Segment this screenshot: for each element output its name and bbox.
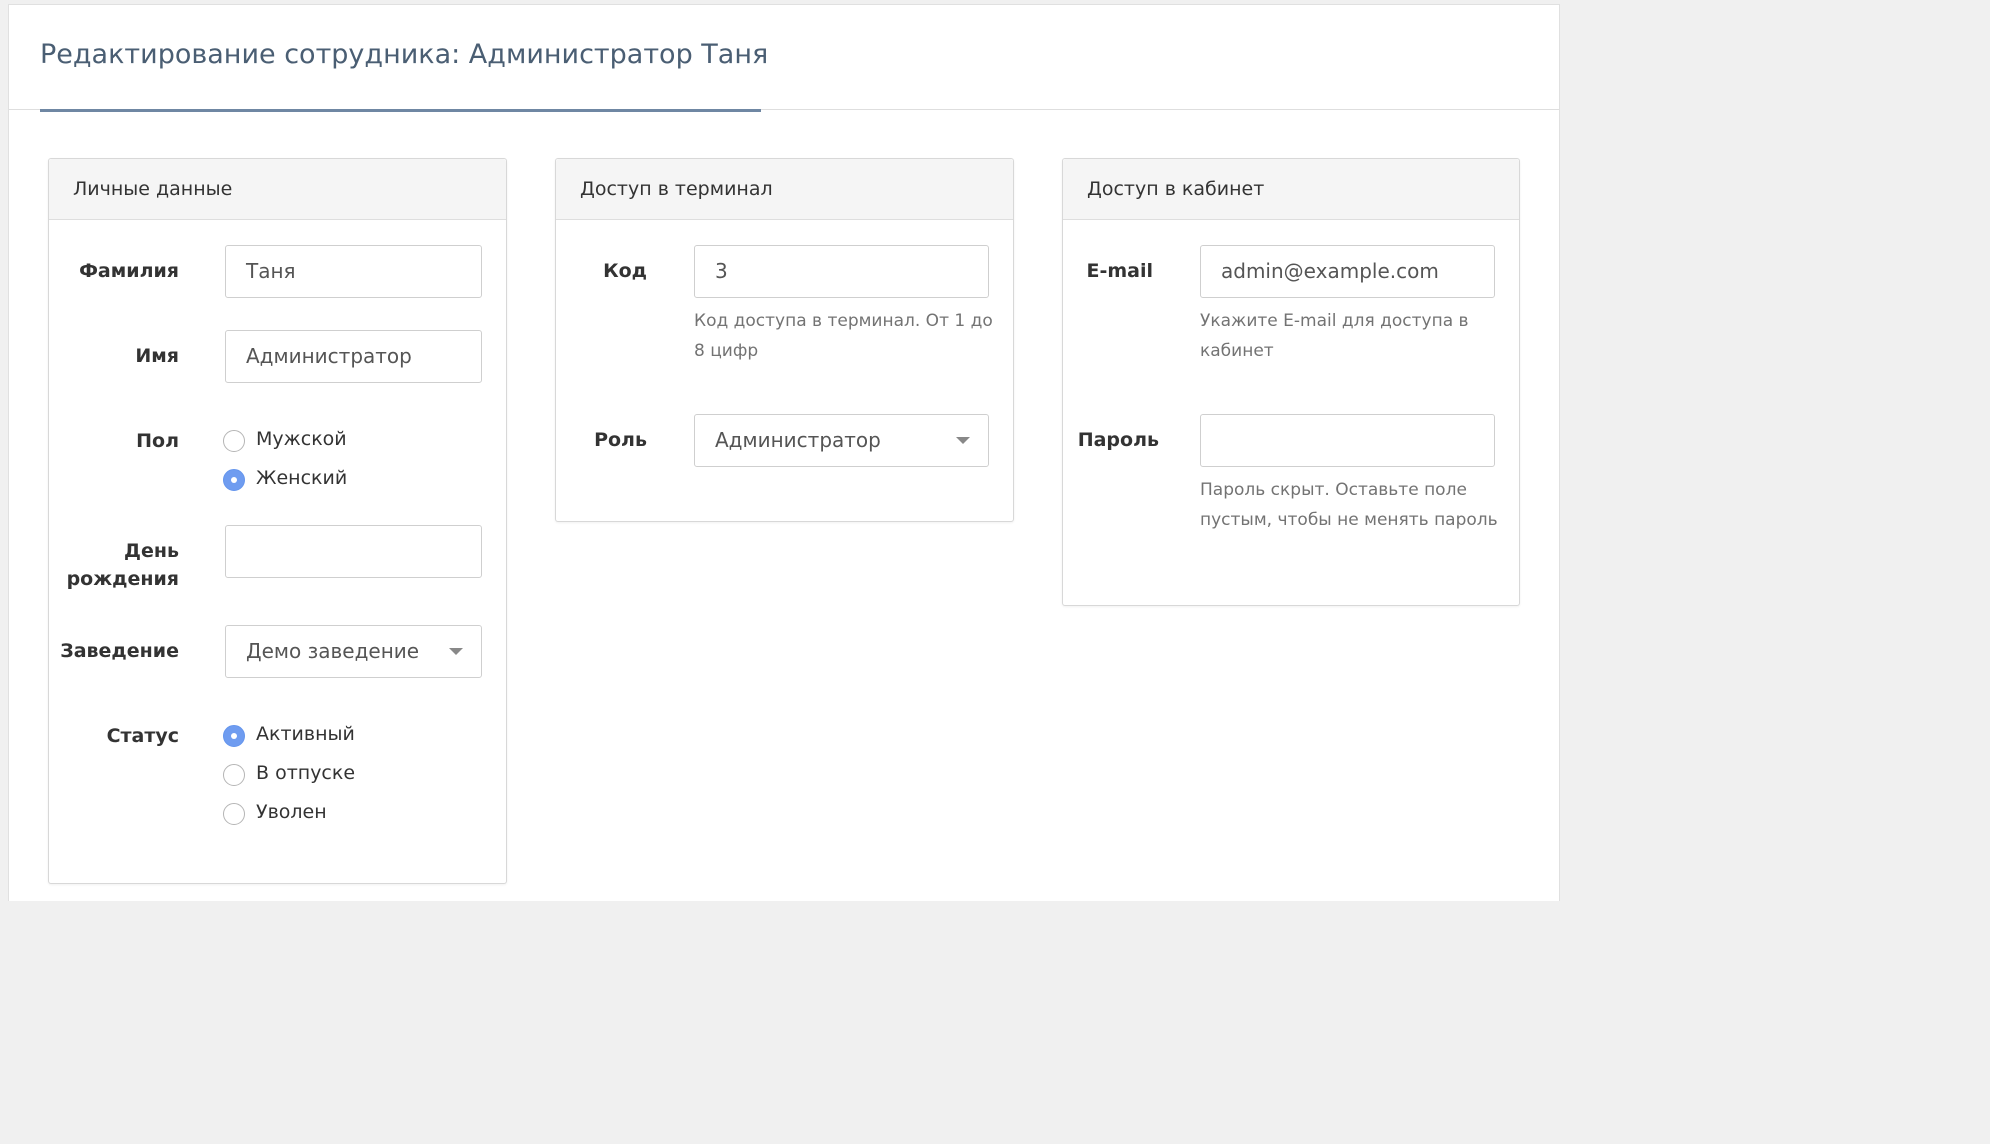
- status-vacation-radio[interactable]: [223, 764, 245, 786]
- venue-select[interactable]: Демо заведение: [225, 625, 482, 678]
- terminal-access-panel: Доступ в терминал Код 3 Код доступа в те…: [555, 158, 1014, 522]
- role-select-value: Администратор: [715, 428, 881, 452]
- personal-data-panel: Личные данные Фамилия Таня Имя Администр…: [48, 158, 507, 884]
- status-option-fired[interactable]: Уволен: [223, 798, 423, 828]
- firstname-input[interactable]: Администратор: [225, 330, 482, 383]
- birthday-input[interactable]: [225, 525, 482, 578]
- status-active-label[interactable]: Активный: [256, 720, 355, 748]
- gender-female-label[interactable]: Женский: [256, 464, 347, 492]
- email-help-line2: кабинет: [1200, 341, 1274, 361]
- chevron-down-icon: [956, 437, 970, 444]
- code-input[interactable]: 3: [694, 245, 989, 298]
- status-option-vacation[interactable]: В отпуске: [223, 759, 423, 789]
- venue-select-value: Демо заведение: [246, 639, 420, 663]
- cabinet-access-heading: Доступ в кабинет: [1063, 159, 1519, 220]
- lastname-label: Фамилия: [79, 260, 179, 282]
- gender-male-radio[interactable]: [223, 430, 245, 452]
- password-input[interactable]: [1200, 414, 1495, 467]
- status-fired-radio[interactable]: [223, 803, 245, 825]
- code-help-text: Код доступа в терминал. От 1 до 8 цифр: [694, 306, 994, 366]
- email-help-line1: Укажите E-mail для доступа в: [1200, 311, 1469, 331]
- password-help-text: Пароль скрыт. Оставьте поле пустым, чтоб…: [1200, 475, 1510, 535]
- email-help-text: Укажите E-mail для доступа в кабинет: [1200, 306, 1500, 366]
- role-label: Роль: [594, 429, 647, 451]
- birthday-label-line2: рождения: [66, 568, 179, 590]
- code-help-line1: Код доступа в терминал. От 1 до: [694, 311, 993, 331]
- password-help-line1: Пароль скрыт. Оставьте поле: [1200, 480, 1467, 500]
- status-fired-label[interactable]: Уволен: [256, 798, 327, 826]
- gender-option-female[interactable]: Женский: [223, 464, 423, 494]
- personal-data-heading: Личные данные: [49, 159, 506, 220]
- role-select[interactable]: Администратор: [694, 414, 989, 467]
- email-input[interactable]: admin@example.com: [1200, 245, 1495, 298]
- edit-employee-page: Редактирование сотрудника: Администратор…: [8, 4, 1560, 901]
- gender-male-label[interactable]: Мужской: [256, 425, 347, 453]
- cabinet-access-panel: Доступ в кабинет E-mail admin@example.co…: [1062, 158, 1520, 606]
- chevron-down-icon: [449, 648, 463, 655]
- status-label: Статус: [106, 725, 179, 747]
- email-label: E-mail: [1086, 260, 1153, 282]
- status-option-active[interactable]: Активный: [223, 720, 423, 750]
- venue-label: Заведение: [60, 640, 179, 662]
- code-help-line2: 8 цифр: [694, 341, 759, 361]
- status-vacation-label[interactable]: В отпуске: [256, 759, 355, 787]
- gender-female-radio[interactable]: [223, 469, 245, 491]
- password-label: Пароль: [1077, 429, 1159, 451]
- password-help-line2: пустым, чтобы не менять пароль: [1200, 510, 1498, 530]
- page-header: Редактирование сотрудника: Администратор…: [9, 5, 1559, 110]
- terminal-access-heading: Доступ в терминал: [556, 159, 1013, 220]
- firstname-label: Имя: [135, 345, 179, 367]
- title-underline: [40, 109, 761, 112]
- birthday-label: День рождения: [67, 537, 179, 593]
- gender-option-male[interactable]: Мужской: [223, 425, 423, 455]
- page-title: Редактирование сотрудника: Администратор…: [40, 39, 769, 70]
- status-active-radio[interactable]: [223, 725, 245, 747]
- birthday-label-line1: День: [124, 540, 179, 562]
- lastname-input[interactable]: Таня: [225, 245, 482, 298]
- code-label: Код: [603, 260, 647, 282]
- gender-label: Пол: [136, 430, 179, 452]
